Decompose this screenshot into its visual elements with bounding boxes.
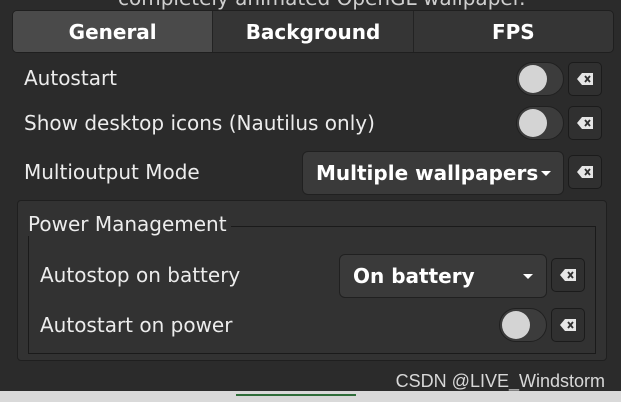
show-desktop-icons-reset-button[interactable] [568,106,602,140]
multioutput-mode-reset-button[interactable] [568,155,602,189]
multioutput-mode-value: Multiple wallpapers [316,161,539,185]
tab-background[interactable]: Background [213,11,414,52]
power-management-title: Power Management [28,212,231,236]
autostop-on-battery-row: Autostop on battery [40,257,240,293]
tab-fps-label: FPS [491,19,535,44]
clear-backspace-icon [577,117,593,129]
switch-knob [502,311,530,339]
window-title-partial: completely animated OpenGL wallpaper. [0,0,621,10]
autostop-on-battery-value: On battery [353,264,475,288]
autostop-on-battery-label: Autostop on battery [40,263,241,287]
autostart-row: Autostart [24,60,117,96]
switch-knob [519,109,547,137]
show-desktop-icons-switch[interactable] [516,106,564,140]
switch-knob [519,65,547,93]
multioutput-mode-label: Multioutput Mode [24,160,200,184]
chevron-down-icon [541,171,551,176]
autostart-on-power-label: Autostart on power [40,313,233,337]
autostart-on-power-row: Autostart on power [40,307,232,343]
window-title-text: completely animated OpenGL wallpaper. [118,0,525,10]
bottom-strip-accent [236,394,356,396]
autostart-on-power-reset-button[interactable] [551,308,585,342]
autostart-reset-button[interactable] [568,62,602,96]
chevron-down-icon [523,274,533,279]
tab-general-label: General [68,19,157,44]
clear-backspace-icon [560,319,576,331]
tab-general[interactable]: General [13,11,214,52]
show-desktop-icons-label: Show desktop icons (Nautilus only) [24,111,375,135]
autostart-on-power-switch[interactable] [499,308,547,342]
watermark-text: CSDN @LIVE_Windstorm [395,371,605,391]
multioutput-mode-row: Multioutput Mode [24,154,200,190]
autostop-on-battery-dropdown[interactable]: On battery [339,254,547,298]
clear-backspace-icon [577,166,593,178]
tab-background-label: Background [245,19,381,44]
clear-backspace-icon [560,269,576,281]
bottom-strip [0,391,621,402]
clear-backspace-icon [577,73,593,85]
show-desktop-icons-row: Show desktop icons (Nautilus only) [24,105,375,141]
autostart-label: Autostart [24,66,118,90]
autostart-switch[interactable] [516,62,564,96]
tab-bar: General Background FPS [12,10,614,53]
multioutput-mode-dropdown[interactable]: Multiple wallpapers [302,151,564,195]
autostop-on-battery-reset-button[interactable] [551,258,585,292]
tab-fps[interactable]: FPS [414,11,613,52]
